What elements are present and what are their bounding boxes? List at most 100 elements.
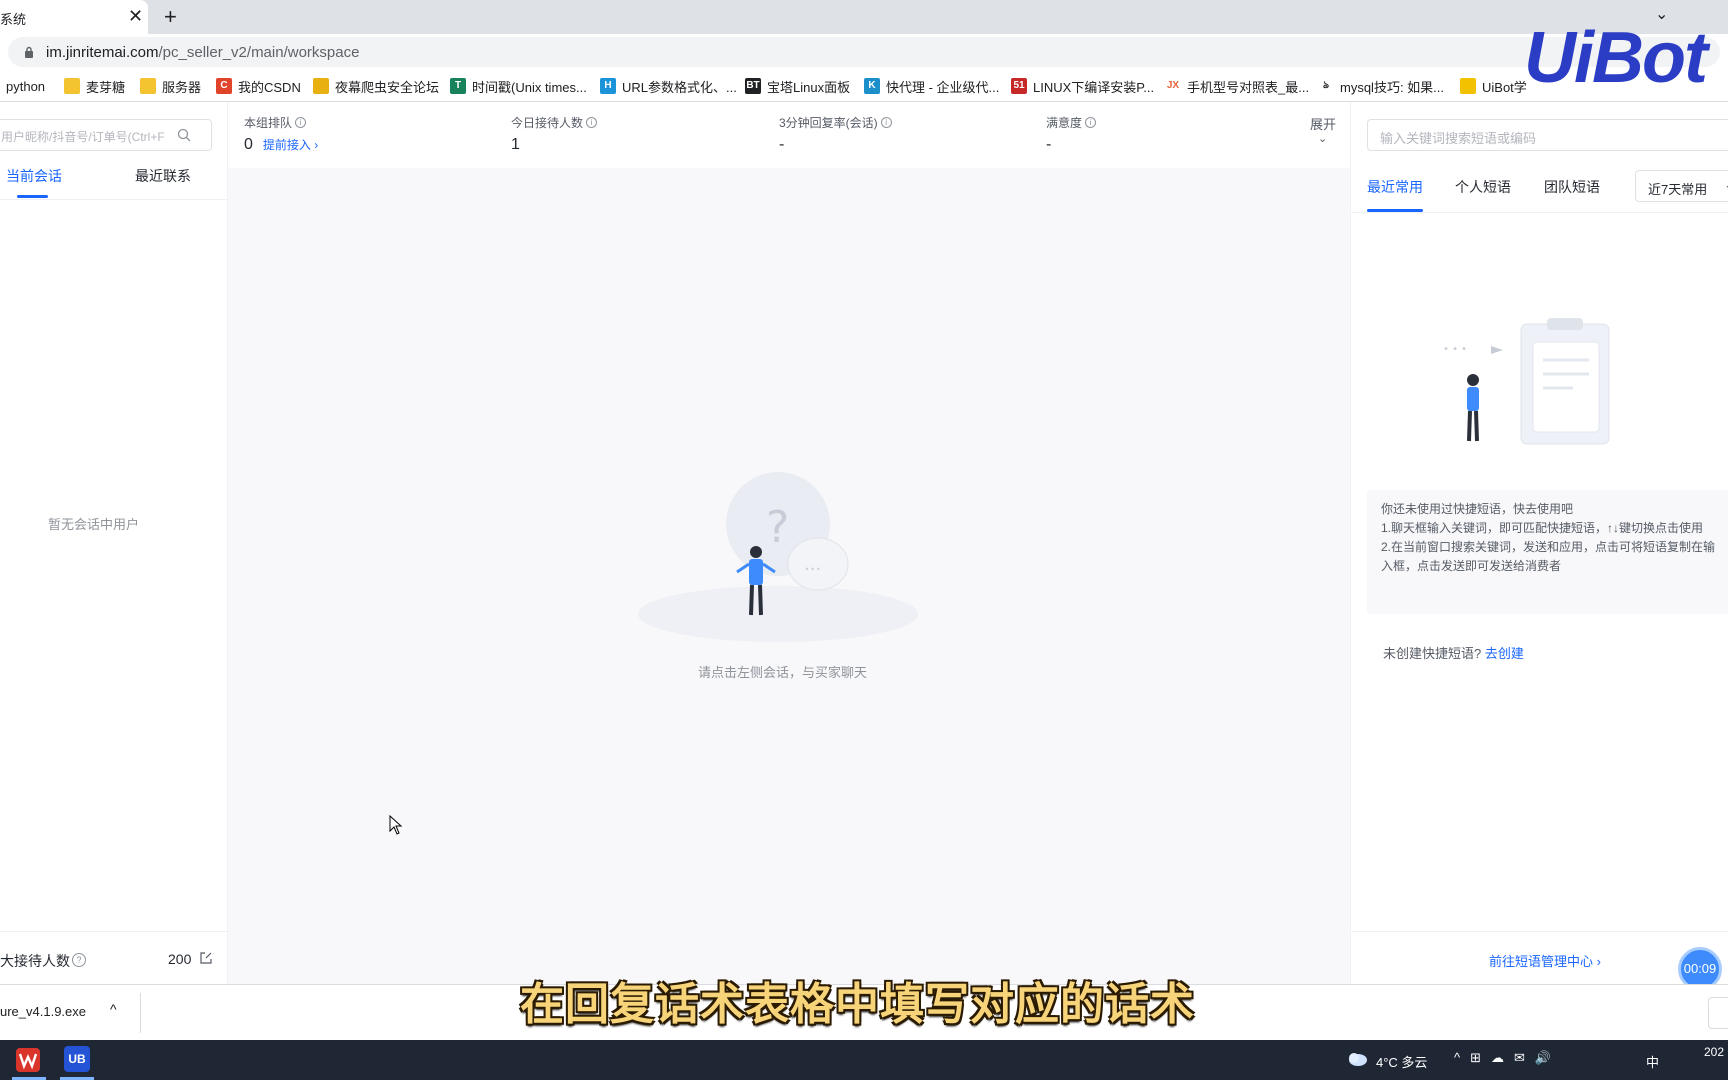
url-text: im.jinritemai.com/pc_seller_v2/main/work… [46,44,359,61]
tab-current-sessions[interactable]: 当前会话 [6,166,62,186]
empty-chat-illustration: ? ... [638,472,918,642]
max-reception-label: 大接待人数 [0,953,70,969]
wps-icon[interactable] [16,1048,40,1072]
edit-icon[interactable] [200,952,212,964]
phrase-manage-link[interactable]: 前往短语管理中心 › [1489,951,1601,970]
tray-message-icon[interactable]: ✉ [1514,1050,1525,1066]
cloud-icon [1349,1053,1367,1066]
info-icon[interactable]: i [586,117,598,128]
bookmark-maiyatang[interactable]: 麦芽糖 [64,76,125,96]
max-reception-value: 200 [168,951,192,967]
svg-text:...: ... [804,554,821,575]
stat-reply-rate: 3分钟回复率(会话) i - [779,114,892,154]
bookmark-phone-models[interactable]: JX 手机型号对照表_最... [1165,76,1309,96]
bookmark-label: 时间戳(Unix times... [472,79,587,95]
bookmark-python[interactable]: python [6,76,45,96]
clock[interactable]: 202 [1704,1044,1724,1060]
bookmark-mysql[interactable]: ঌ mysql技巧: 如果... [1318,76,1444,96]
bookmark-linux-compile[interactable]: 51 LINUX下编译安装P... [1011,76,1154,96]
url-path: /pc_seller_v2/main/workspace [158,44,360,61]
taskbar: UB 4°C 多云 ^ ⊞ ☁ ✉ 🔊 中 202 [0,1040,1728,1080]
uibot-watermark-logo: UiBot [1524,18,1708,98]
bookmark-timestamp[interactable]: T 时间戳(Unix times... [450,76,587,96]
video-subtitle: 在回复话术表格中填写对应的话术 [520,980,1195,1029]
bookmark-kuaidaili[interactable]: K 快代理 - 企业级代... [864,76,999,96]
tip-line: 你还未使用过快捷短语，快去使用吧 [1381,502,1574,516]
max-reception-row: 大接待人数 ? 200 [0,931,228,984]
k-icon: K [864,78,880,94]
empty-phrase-illustration: • • • [1443,318,1610,445]
bookmark-server[interactable]: 服务器 [140,76,201,96]
jx-icon: JX [1165,78,1181,94]
tab-recent-used[interactable]: 最近常用 [1367,177,1423,197]
mouse-cursor-icon [389,815,403,835]
create-phrase-link[interactable]: 去创建 [1485,646,1524,661]
uibot-app-icon[interactable]: UB [64,1046,90,1072]
active-tab-indicator [17,195,48,198]
info-icon[interactable]: i [295,117,307,128]
stat-value: 1 [511,136,520,153]
stat-label: 本组排队 [244,116,293,130]
tip-line: 2.在当前窗口搜索关键词，发送和应用，点击可将短语复制在输入框，点击发送即可发送… [1381,540,1716,573]
tab-recent-contacts[interactable]: 最近联系 [135,166,191,186]
search-icon[interactable] [177,128,191,142]
svg-text:• • •: • • • [1443,344,1467,355]
tab-title: 系统 [0,12,27,27]
info-icon[interactable]: i [880,117,892,128]
chevron-down-icon[interactable]: ⌄ [1318,132,1327,145]
chat-area: 本组排队 i 0 提前接入 › 今日接待人数 i 1 3分钟回复率(会话) i - 满意… [228,102,1350,984]
url-field[interactable]: im.jinritemai.com/pc_seller_v2/main/work… [8,37,1720,67]
weather-text[interactable]: 4°C 多云 [1376,1052,1427,1071]
user-search-input[interactable]: 用户昵称/抖音号/订单号(Ctrl+F [0,119,212,151]
tab-close-icon[interactable]: ✕ [128,6,143,26]
h-icon: H [600,78,616,94]
bookmark-label: 快代理 - 企业级代... [886,79,1000,95]
tray-app-icon[interactable]: ⊞ [1470,1050,1481,1066]
bookmark-yemu[interactable]: 夜幕爬虫安全论坛 [313,76,439,96]
create-phrase-row: 未创建快捷短语? 去创建 [1383,643,1524,662]
phrase-search-input[interactable]: 输入关键词搜索短语或编码 [1367,119,1728,151]
tab-team-phrases[interactable]: 团队短语 [1544,177,1600,197]
range-select[interactable]: 近7天常用 ⌄ [1635,170,1728,202]
divider [0,199,228,200]
bookmark-label: UiBot学 [1482,79,1527,95]
lock-icon[interactable] [24,46,34,58]
tray-expand-icon[interactable]: ^ [1454,1050,1460,1066]
expand-button[interactable]: 展开 [1310,114,1336,133]
info-icon[interactable]: i [1085,117,1097,128]
show-all-downloads-button[interactable] [1708,997,1728,1029]
bookmark-uibot[interactable]: UiBot学 [1460,76,1527,96]
tab-personal-phrases[interactable]: 个人短语 [1455,177,1511,197]
stat-value: - [1046,136,1052,153]
stat-label: 3分钟回复率(会话) [779,116,878,130]
ime-indicator[interactable]: 中 [1646,1052,1659,1071]
folder-icon [64,78,80,94]
bookmark-label: URL参数格式化、... [622,79,737,95]
quick-phrase-tips: 你还未使用过快捷短语，快去使用吧 1.聊天框输入关键词，即可匹配快捷短语，↑↓键… [1367,490,1728,614]
bookmark-baota[interactable]: BT 宝塔Linux面板 [745,76,850,96]
new-tab-button[interactable]: + [164,4,177,30]
stat-queue: 本组排队 i 0 提前接入 › [244,114,318,154]
download-file-name[interactable]: ure_v4.1.9.exe [0,1004,86,1019]
stat-today-received: 今日接待人数 i 1 [511,114,598,154]
help-icon[interactable]: ? [72,953,86,967]
workspace-app: 用户昵称/抖音号/订单号(Ctrl+F 当前会话 最近联系 暂无会话中用户 大接… [0,102,1728,984]
folder-icon [140,78,156,94]
tray-network-icon[interactable]: ☁ [1491,1050,1504,1066]
stat-value: 0 [244,136,253,153]
volume-icon[interactable]: 🔊 [1535,1050,1551,1066]
trophy-icon [313,78,329,94]
bookmark-csdn[interactable]: C 我的CSDN [216,76,301,96]
stat-label: 满意度 [1046,116,1083,130]
browser-tab[interactable]: 系统 ✕ [0,0,148,34]
svg-text:?: ? [766,502,789,553]
empty-sessions-text: 暂无会话中用户 [48,517,140,532]
empty-chat-text: 请点击左侧会话，与买家聊天 [698,665,868,680]
bookmark-label: 宝塔Linux面板 [767,79,851,95]
bookmark-url-format[interactable]: H URL参数格式化、... [600,76,737,96]
early-access-link[interactable]: 提前接入 › [263,138,318,152]
create-prompt: 未创建快捷短语? [1383,646,1482,661]
t-icon: T [450,78,466,94]
bookmark-label: python [6,78,46,94]
chevron-up-icon[interactable]: ^ [110,1001,117,1017]
